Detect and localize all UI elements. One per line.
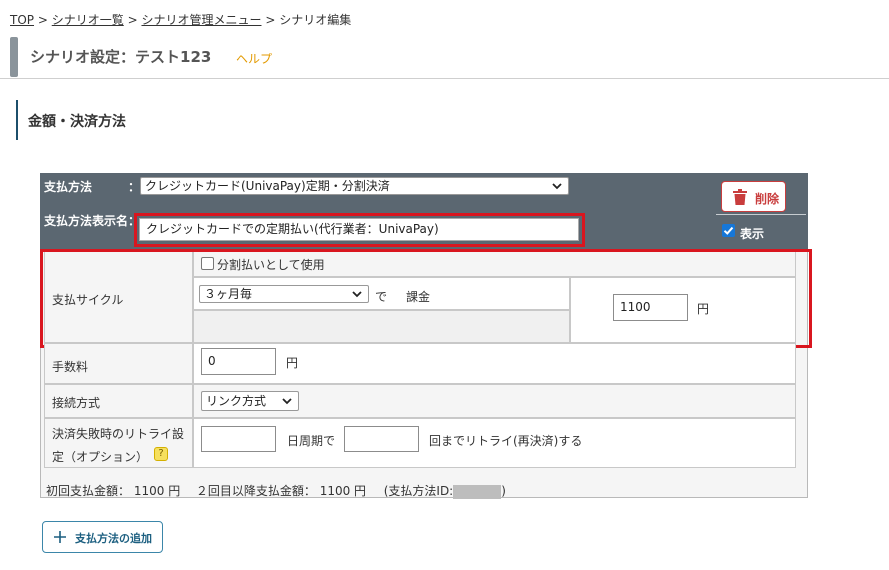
first-amount-label: 初回支払金額： [46,484,131,498]
display-name-input[interactable]: クレジットカードでの定期払い(代行業者：UnivaPay) [139,218,579,241]
breadcrumb-separator: > [265,13,276,27]
retry-count-input[interactable] [344,426,419,452]
retry-interval-input[interactable] [201,426,276,452]
section-marker [16,100,18,140]
payment-id-prefix: (支払方法ID: [383,484,454,498]
breadcrumb-scenario-list[interactable]: シナリオ一覧 [52,13,124,27]
payment-method-label: 支払方法 [44,180,93,194]
header-divider [716,214,806,215]
breadcrumb-scenario-menu[interactable]: シナリオ管理メニュー [141,13,261,27]
payment-method-colon: ： [128,180,141,194]
payment-id-redacted [453,484,502,499]
fee-yen: 円 [286,356,299,370]
question-icon[interactable]: ? [154,447,168,461]
breadcrumb-top[interactable]: TOP [10,13,34,27]
breadcrumb-separator: > [37,13,48,27]
chevron-down-icon [552,183,562,190]
display-name-label: 支払方法表示名 [44,214,129,228]
breadcrumb-current: シナリオ編集 [279,13,352,27]
display-name-value: クレジットカードでの定期払い(代行業者：UnivaPay) [146,222,439,236]
connection-value: リンク方式 [206,394,267,408]
add-payment-method-button[interactable]: 支払方法の追加 [42,521,163,553]
first-amount-value: 1100 円 [133,484,181,498]
breadcrumb: TOP > シナリオ一覧 > シナリオ管理メニュー > シナリオ編集 [10,11,351,28]
trash-icon [733,189,747,205]
payment-method-select[interactable]: クレジットカード(UnivaPay)定期・分割決済 [140,177,569,195]
show-checkbox[interactable] [722,224,735,237]
delete-label: 削除 [755,192,780,206]
cycle-highlight [40,249,812,348]
fee-label: 手数料 [52,360,89,374]
fee-value-cell [193,343,796,384]
retry-count-suffix: 回までリトライ(再決済)する [429,434,583,448]
summary-line: 初回支払金額： 1100 円 ２回目以降支払金額： 1100 円 (支払方法ID… [46,482,506,499]
show-label: 表示 [740,227,765,241]
retry-label-line1: 決済失敗時のリトライ設 [52,427,185,441]
page-title: シナリオ設定：テスト123 [30,48,212,66]
breadcrumb-separator: > [127,13,138,27]
page-header: シナリオ設定：テスト123 ヘルプ [10,37,889,77]
second-amount-label: ２回目以降支払金額： [195,484,316,498]
connection-select[interactable]: リンク方式 [201,391,299,411]
connection-label: 接続方式 [52,396,101,410]
fee-input[interactable]: 0 [201,348,276,375]
second-amount-value: 1100 円 [319,484,367,498]
help-link[interactable]: ヘルプ [236,50,272,67]
chevron-down-icon [282,398,292,405]
retry-interval-suffix: 日周期で [287,434,336,448]
divider [0,78,889,79]
fee-value: 0 [208,354,216,368]
add-payment-method-label: 支払方法の追加 [75,532,152,545]
page-header-bar [10,37,18,77]
section-title: 金額・決済方法 [28,114,126,130]
plus-icon [54,531,66,543]
retry-label-line2: 定（オプション） [52,450,149,464]
payment-method-value: クレジットカード(UnivaPay)定期・分割決済 [145,179,390,193]
delete-button[interactable]: 削除 [721,181,786,212]
check-icon [723,226,734,235]
payment-id-suffix: ) [501,484,506,498]
